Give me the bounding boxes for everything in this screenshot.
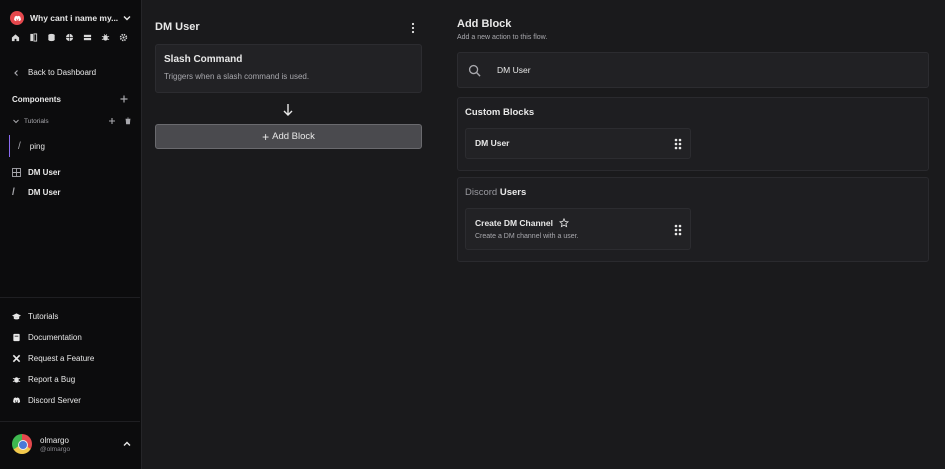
nav-label: Report a Bug [28, 375, 76, 384]
folder-tutorials[interactable]: Tutorials [12, 117, 132, 125]
sidebar-item-label: DM User [28, 188, 61, 197]
add-block-label: Add Block [272, 131, 315, 142]
book-icon [13, 333, 20, 342]
divider [0, 297, 140, 298]
trigger-title: Slash Command [164, 54, 243, 65]
add-to-folder-icon[interactable] [108, 117, 116, 125]
back-label: Back to Dashboard [28, 68, 97, 77]
nav-label: Documentation [28, 333, 82, 342]
chevron-left-icon [14, 69, 18, 76]
slash-command-icon: / [12, 187, 15, 198]
trigger-description: Triggers when a slash command is used. [164, 72, 310, 81]
database-icon[interactable] [47, 33, 56, 42]
grid-block-icon [12, 168, 21, 177]
main-area: DM User Slash Command Triggers when a sl… [141, 0, 945, 469]
drag-handle-icon[interactable] [674, 138, 682, 150]
trigger-card[interactable]: Slash Command Triggers when a slash comm… [155, 44, 422, 93]
nav-request-feature[interactable]: Request a Feature [12, 354, 94, 363]
nav-report-bug[interactable]: Report a Bug [12, 375, 75, 384]
sidebar-item-ping[interactable]: / ping [9, 135, 45, 157]
block-name: DM User [475, 138, 510, 148]
chevron-down-icon [13, 119, 19, 124]
user-handle: @olmargo [40, 445, 71, 453]
globe-icon[interactable] [65, 33, 74, 42]
block-name: Create DM Channel [475, 218, 569, 228]
user-name: olmargo [40, 435, 69, 445]
chevron-down-icon [123, 16, 131, 21]
top-icon-row [11, 33, 128, 42]
divider [0, 421, 140, 422]
arrow-down-icon [283, 104, 293, 116]
flow-title: DM User [155, 21, 200, 33]
search-input[interactable] [497, 65, 897, 75]
trash-icon[interactable] [124, 117, 132, 125]
bug-icon[interactable] [101, 33, 110, 42]
sidebar-item-label: DM User [28, 168, 61, 177]
block-card-dm-user[interactable]: DM User [465, 128, 691, 159]
home-icon[interactable] [11, 33, 20, 42]
server-icon[interactable] [83, 33, 92, 42]
bookmark-icon[interactable] [29, 33, 38, 42]
add-block-button[interactable]: + Add Block [155, 124, 422, 149]
drag-handle-icon[interactable] [674, 224, 682, 236]
category-title: Discord Users [465, 187, 527, 198]
sidebar: Why cant i name my... Back to Dashboard … [0, 0, 140, 469]
block-search [457, 52, 929, 88]
nav-documentation[interactable]: Documentation [12, 333, 82, 342]
block-card-create-dm-channel[interactable]: Create DM Channel Create a DM channel wi… [465, 208, 691, 250]
panel-subtitle: Add a new action to this flow. [457, 34, 548, 41]
nav-label: Discord Server [28, 396, 81, 405]
panel-title: Add Block [457, 18, 512, 30]
sidebar-item-dm-user-block[interactable]: DM User [12, 168, 60, 177]
star-icon[interactable] [558, 218, 569, 228]
folder-label: Tutorials [24, 117, 49, 125]
nav-tutorials[interactable]: Tutorials [12, 312, 58, 321]
block-description: Create a DM channel with a user. [475, 233, 579, 240]
user-menu[interactable]: olmargo @olmargo [12, 434, 132, 454]
workspace-switcher[interactable]: Why cant i name my... [10, 10, 132, 26]
avatar [12, 434, 32, 454]
discord-icon [13, 397, 21, 404]
sidebar-item-label: ping [29, 141, 45, 151]
nav-label: Tutorials [28, 312, 59, 321]
category-title: Custom Blocks [465, 107, 535, 118]
more-options-icon[interactable] [410, 22, 416, 34]
category-discord-users: Discord Users Create DM Channel Create a… [457, 177, 929, 262]
settings-icon[interactable] [119, 33, 128, 42]
search-icon [468, 64, 481, 77]
add-component-icon[interactable] [119, 94, 129, 104]
sidebar-item-dm-user-command[interactable]: / DM User [12, 187, 61, 198]
plus-icon: + [262, 129, 270, 144]
slash-command-icon: / [18, 140, 21, 152]
nav-discord-server[interactable]: Discord Server [12, 396, 81, 405]
graduation-cap-icon [12, 313, 21, 320]
bug-icon [12, 377, 21, 383]
discord-logo-icon [10, 11, 24, 25]
nav-label: Request a Feature [28, 354, 95, 363]
workspace-name: Why cant i name my... [30, 13, 119, 23]
back-to-dashboard-link[interactable]: Back to Dashboard [12, 68, 96, 77]
chevron-up-icon [123, 441, 131, 446]
tools-icon [12, 354, 21, 363]
category-custom-blocks: Custom Blocks DM User [457, 97, 929, 171]
components-heading: Components [12, 95, 61, 104]
